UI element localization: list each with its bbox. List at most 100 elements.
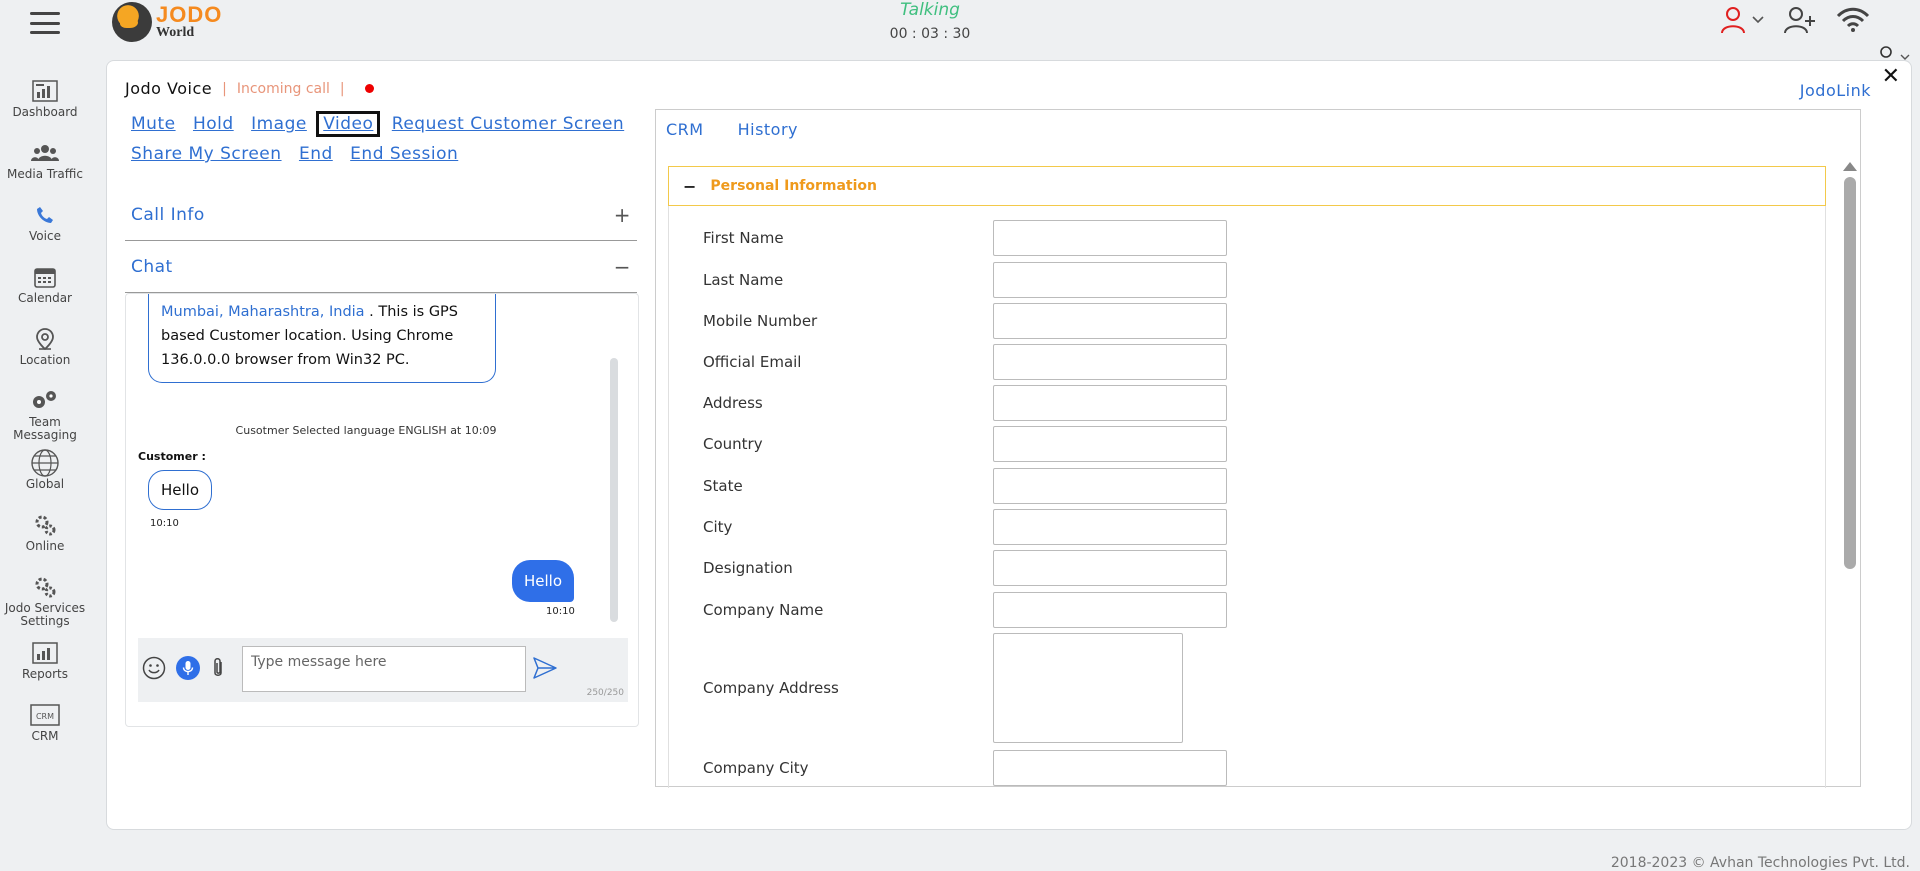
outgoing-message: Hello xyxy=(512,560,575,602)
sidebar-item-team-messaging[interactable]: Team Messaging xyxy=(0,386,90,448)
sidebar-item-label: Reports xyxy=(21,667,69,681)
field-label: Country xyxy=(703,435,763,453)
location-pin-icon xyxy=(36,328,54,350)
gears-icon xyxy=(35,515,56,536)
sidebar-item-label: Global xyxy=(25,477,65,491)
sidebar-item-crm[interactable]: CRM CRM xyxy=(0,700,90,762)
collapse-minus-icon[interactable]: − xyxy=(614,255,631,279)
form-row: Mobile Number xyxy=(669,303,1769,339)
field-label: Company City xyxy=(703,759,809,777)
crm-icon: CRM xyxy=(30,704,60,726)
form-row: City xyxy=(669,509,1769,545)
field-label: City xyxy=(703,518,733,536)
city-input[interactable] xyxy=(993,509,1227,545)
microphone-icon[interactable] xyxy=(176,656,200,680)
sidebar-item-online[interactable]: Online xyxy=(0,510,90,572)
first-name-input[interactable] xyxy=(993,220,1227,256)
call-direction-status: Incoming call xyxy=(236,80,330,97)
call-info-title: Call Info xyxy=(131,204,205,225)
country-input[interactable] xyxy=(993,426,1227,462)
expand-plus-icon[interactable]: + xyxy=(614,203,631,227)
sidebar-item-calendar[interactable]: Calendar xyxy=(0,262,90,324)
company-address-textarea[interactable] xyxy=(993,633,1183,743)
designation-input[interactable] xyxy=(993,550,1227,586)
close-icon[interactable]: ✕ xyxy=(1882,64,1900,89)
chevron-down-icon[interactable] xyxy=(1752,16,1764,24)
sidebar-item-reports[interactable]: Reports xyxy=(0,638,90,700)
sidebar-item-jodo-services-settings[interactable]: Jodo Services Settings xyxy=(0,572,90,638)
tab-crm[interactable]: CRM xyxy=(666,120,704,139)
sidebar-item-voice[interactable]: Voice xyxy=(0,200,90,262)
sidebar-item-dashboard[interactable]: Dashboard xyxy=(0,76,90,138)
call-actions: Mute Hold Image Video Request Customer S… xyxy=(131,109,651,169)
agent-status-user-icon[interactable] xyxy=(1720,6,1764,34)
sidebar-item-location[interactable]: Location xyxy=(0,324,90,386)
collapse-minus-icon[interactable]: − xyxy=(683,177,696,196)
hamburger-menu-icon[interactable] xyxy=(30,12,60,34)
video-link[interactable]: Video xyxy=(316,111,381,137)
dashboard-icon xyxy=(32,80,58,102)
send-icon[interactable] xyxy=(532,656,558,680)
chat-title: Chat xyxy=(131,256,173,277)
people-icon xyxy=(31,145,59,161)
sidebar: Dashboard Media Traffic Voice Calendar L… xyxy=(0,76,90,762)
personal-information-form[interactable]: First Name Last Name Mobile Number Offic… xyxy=(668,206,1826,788)
chat-scrollbar[interactable] xyxy=(610,358,618,622)
form-row: Company City xyxy=(669,750,1769,786)
chat-message-input[interactable] xyxy=(242,646,526,692)
add-user-icon[interactable] xyxy=(1784,6,1816,34)
form-row: Last Name xyxy=(669,262,1769,298)
company-name-input[interactable] xyxy=(993,592,1227,628)
attachment-paperclip-icon[interactable] xyxy=(210,656,226,680)
chat-accordion[interactable]: Chat − xyxy=(125,241,637,293)
form-row: Address xyxy=(669,385,1769,421)
report-icon xyxy=(32,642,58,664)
voice-title: Jodo Voice xyxy=(125,79,213,98)
image-link[interactable]: Image xyxy=(251,114,307,134)
chat-box: Mumbai, Maharashtra, India . This is GPS… xyxy=(125,293,639,727)
logo-text-top: JODO xyxy=(156,2,223,27)
state-input[interactable] xyxy=(993,468,1227,504)
end-session-link[interactable]: End Session xyxy=(350,144,458,164)
sidebar-item-media-traffic[interactable]: Media Traffic xyxy=(0,138,90,200)
title-separator: | xyxy=(339,80,345,97)
sidebar-item-global[interactable]: Global xyxy=(0,448,90,510)
jodolink-link[interactable]: JodoLink xyxy=(1800,81,1871,100)
scroll-up-arrow-icon[interactable] xyxy=(1843,162,1857,171)
field-label: State xyxy=(703,477,743,495)
address-input[interactable] xyxy=(993,385,1227,421)
field-label: Company Address xyxy=(703,679,839,697)
end-link[interactable]: End xyxy=(299,144,333,164)
calendar-icon xyxy=(34,268,56,288)
sidebar-item-label: Dashboard xyxy=(12,105,78,119)
scrollbar-thumb[interactable] xyxy=(1844,177,1856,569)
form-row: State xyxy=(669,468,1769,504)
chat-message-list[interactable]: Mumbai, Maharashtra, India . This is GPS… xyxy=(126,294,626,628)
request-customer-screen-link[interactable]: Request Customer Screen xyxy=(392,114,624,134)
personal-information-header[interactable]: − Personal Information xyxy=(668,166,1826,206)
crm-tabs: CRM History xyxy=(666,120,798,139)
form-row: Official Email xyxy=(669,344,1769,380)
jodo-world-logo: JODO World xyxy=(112,2,222,42)
company-city-input[interactable] xyxy=(993,750,1227,786)
official-email-input[interactable] xyxy=(993,344,1227,380)
tab-history[interactable]: History xyxy=(738,120,798,139)
mobile-number-input[interactable] xyxy=(993,303,1227,339)
emoji-icon[interactable] xyxy=(142,656,166,680)
chat-composer: 250/250 xyxy=(138,638,628,702)
field-label: Official Email xyxy=(703,353,802,371)
call-status: Talking 00 : 03 : 30 xyxy=(880,0,980,42)
incoming-message: Hello xyxy=(148,470,213,510)
form-row: Company Name xyxy=(669,592,1769,628)
call-timer: 00 : 03 : 30 xyxy=(889,26,971,42)
call-info-accordion[interactable]: Call Info + xyxy=(125,189,637,241)
share-my-screen-link[interactable]: Share My Screen xyxy=(131,144,282,164)
crm-panel: CRM History − Personal Information First… xyxy=(655,109,1861,788)
last-name-input[interactable] xyxy=(993,262,1227,298)
form-scrollbar[interactable] xyxy=(1843,162,1857,782)
incoming-message-time: 10:10 xyxy=(150,518,179,529)
mute-link[interactable]: Mute xyxy=(131,114,176,134)
location-link[interactable]: Mumbai, Maharashtra, India xyxy=(161,304,365,320)
hold-link[interactable]: Hold xyxy=(193,114,234,134)
recording-dot-icon xyxy=(364,84,374,93)
